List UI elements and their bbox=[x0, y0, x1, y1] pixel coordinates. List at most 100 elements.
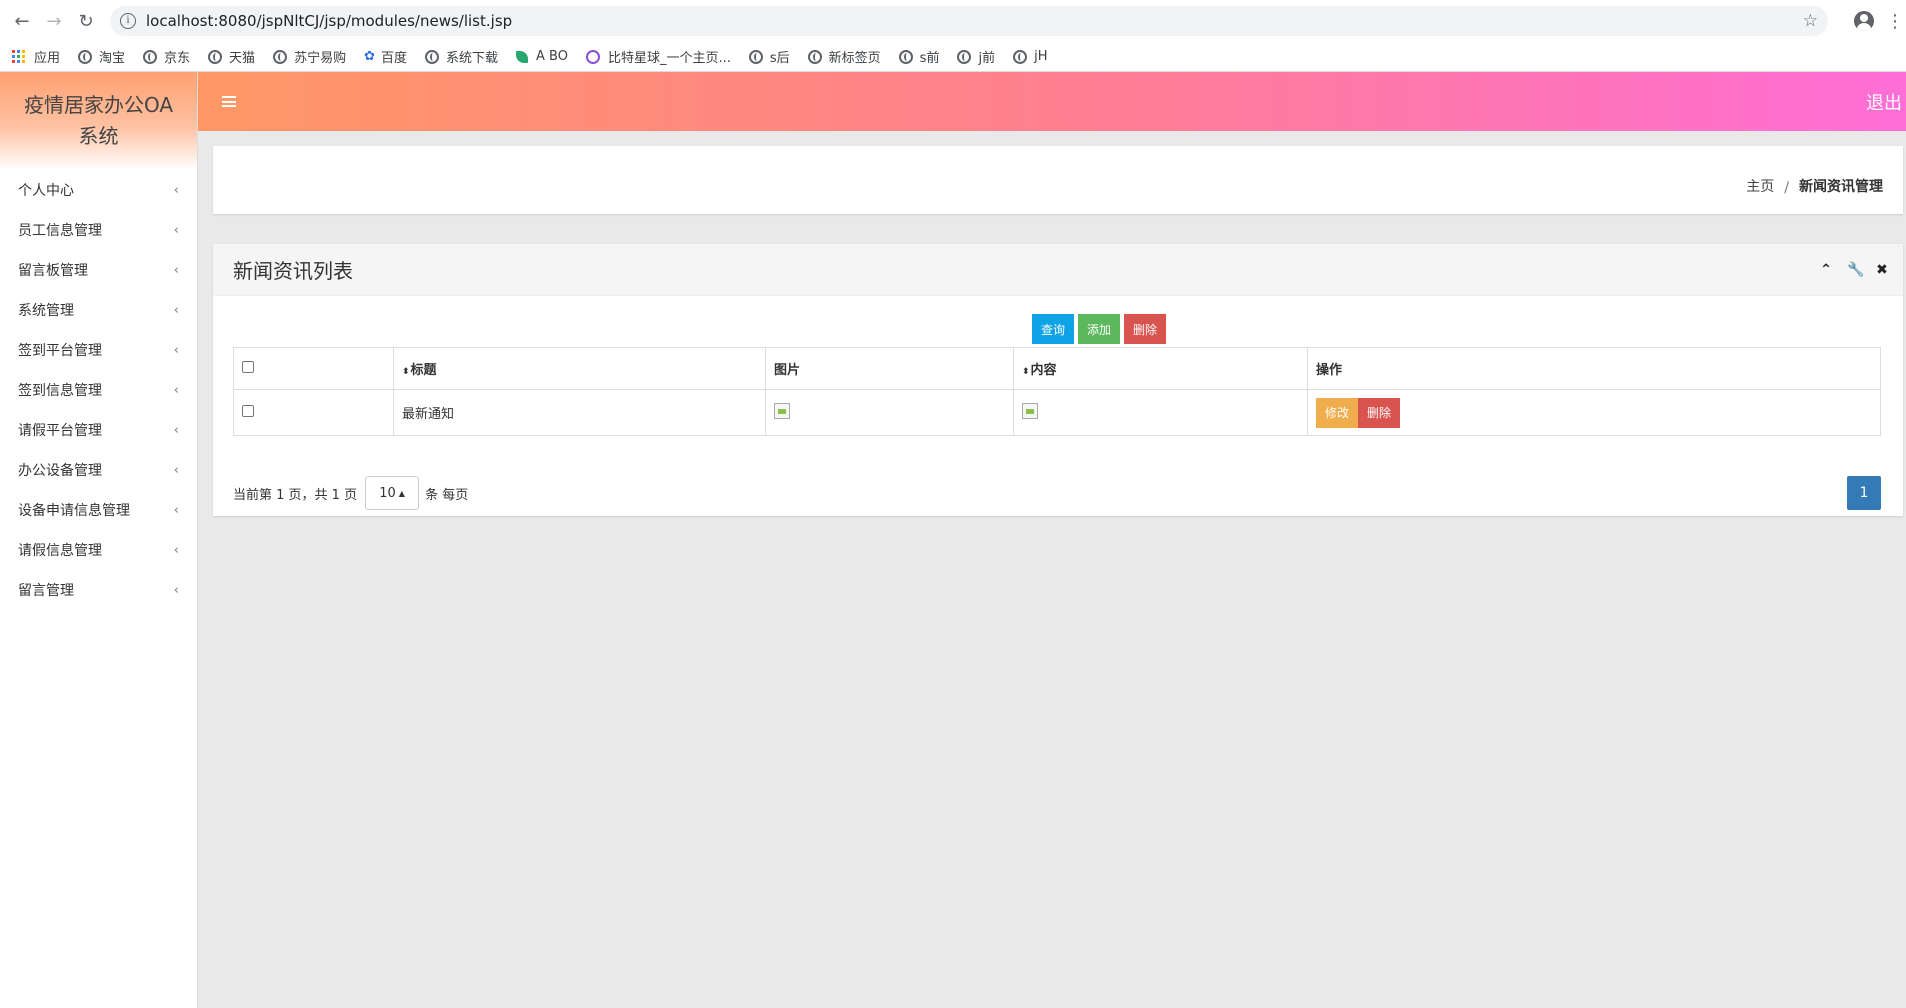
address-bar[interactable]: i localhost:8080/jspNltCJ/jsp/modules/ne… bbox=[110, 6, 1828, 36]
row-select-cell bbox=[233, 389, 394, 436]
sidebar-item-label: 签到平台管理 bbox=[18, 343, 102, 359]
sidebar-item-label: 设备申请信息管理 bbox=[18, 503, 130, 519]
bookmark-jh[interactable]: jH bbox=[1013, 49, 1047, 64]
sidebar-item-employee-info[interactable]: 员工信息管理 ‹ bbox=[0, 210, 197, 250]
bookmark-taobao[interactable]: 淘宝 bbox=[78, 47, 125, 66]
globe-icon bbox=[957, 49, 972, 64]
column-header-title[interactable]: ⬍标题 bbox=[393, 347, 766, 390]
sidebar-item-label: 签到信息管理 bbox=[18, 383, 102, 399]
sidebar-item-personal-center[interactable]: 个人中心 ‹ bbox=[0, 170, 197, 210]
forward-icon[interactable]: → bbox=[42, 9, 66, 33]
collapse-icon[interactable]: ⌃ bbox=[1819, 262, 1833, 278]
add-button[interactable]: 添加 bbox=[1077, 314, 1120, 344]
globe-icon bbox=[748, 49, 763, 64]
news-table: ⬍标题 图片 ⬍内容 操作 最新通知 修改 删除 bbox=[233, 347, 1881, 436]
column-header-label: 标题 bbox=[410, 363, 437, 378]
chevron-left-icon: ‹ bbox=[173, 382, 179, 398]
sidebar-item-checkin-info[interactable]: 签到信息管理 ‹ bbox=[0, 370, 197, 410]
sort-icon: ⬍ bbox=[402, 367, 410, 377]
breadcrumb-separator: / bbox=[1784, 180, 1789, 196]
apps-grid-icon bbox=[12, 49, 26, 64]
panel-title: 新闻资讯列表 bbox=[233, 259, 353, 283]
bookmark-j-qian[interactable]: j前 bbox=[957, 47, 995, 66]
breadcrumb-home[interactable]: 主页 bbox=[1746, 176, 1774, 196]
app-shell: 疫情居家办公OA系统 个人中心 ‹ 员工信息管理 ‹ 留言板管理 ‹ 系统管理 ‹ 签到… bbox=[0, 72, 1906, 1008]
bookmarks-bar: 应用 淘宝 京东 天猫 苏宁易购 ✿ 百度 系统下载 A BO 比特星球_一个主页… bbox=[0, 42, 1906, 72]
bookmark-baidu[interactable]: ✿ 百度 bbox=[364, 47, 407, 66]
wrench-icon[interactable]: 🔧 bbox=[1847, 262, 1864, 278]
sidebar: 疫情居家办公OA系统 个人中心 ‹ 员工信息管理 ‹ 留言板管理 ‹ 系统管理 ‹ 签到… bbox=[0, 72, 198, 1008]
search-button[interactable]: 查询 bbox=[1031, 314, 1074, 344]
sidebar-item-leave-info[interactable]: 请假信息管理 ‹ bbox=[0, 530, 197, 570]
globe-icon bbox=[898, 49, 913, 64]
bookmark-label: 比特星球_一个主页... bbox=[607, 51, 731, 66]
bookmark-bit-planet[interactable]: 比特星球_一个主页... bbox=[585, 47, 731, 66]
bookmark-suning[interactable]: 苏宁易购 bbox=[273, 47, 346, 66]
chevron-left-icon: ‹ bbox=[173, 302, 179, 318]
reload-icon[interactable]: ↻ bbox=[74, 9, 98, 33]
bookmark-s-hou[interactable]: s后 bbox=[748, 47, 790, 66]
sidebar-item-leave-platform[interactable]: 请假平台管理 ‹ bbox=[0, 410, 197, 450]
chevron-left-icon: ‹ bbox=[173, 222, 179, 238]
bookmark-apps[interactable]: 应用 bbox=[12, 47, 60, 66]
bookmark-jd[interactable]: 京东 bbox=[143, 47, 190, 66]
bookmark-label: 应用 bbox=[34, 51, 61, 66]
column-header-actions: 操作 bbox=[1307, 347, 1881, 390]
leaf-icon bbox=[516, 50, 529, 63]
bookmark-abo[interactable]: A BO bbox=[516, 49, 568, 64]
bookmark-label: A BO bbox=[536, 49, 568, 64]
row-delete-button[interactable]: 删除 bbox=[1358, 397, 1401, 428]
edit-button[interactable]: 修改 bbox=[1316, 397, 1359, 428]
sidebar-item-label: 个人中心 bbox=[18, 183, 74, 199]
breadcrumb-current: 新闻资讯管理 bbox=[1799, 179, 1883, 195]
pagination-info: 当前第 1 页，共 1 页 10 ▲ 条 每页 bbox=[233, 476, 468, 510]
column-header-content[interactable]: ⬍内容 bbox=[1013, 347, 1308, 390]
row-image-cell bbox=[765, 389, 1014, 436]
logout-button[interactable]: 退出 bbox=[1866, 89, 1906, 115]
sidebar-item-label: 留言管理 bbox=[18, 583, 74, 599]
sidebar-item-system[interactable]: 系统管理 ‹ bbox=[0, 290, 197, 330]
sidebar-item-message-board[interactable]: 留言板管理 ‹ bbox=[0, 250, 197, 290]
top-header: 退出 bbox=[198, 72, 1906, 131]
sidebar-item-office-equipment[interactable]: 办公设备管理 ‹ bbox=[0, 450, 197, 490]
table-row: 最新通知 修改 删除 bbox=[233, 389, 1881, 436]
close-icon[interactable]: ✖ bbox=[1875, 262, 1889, 278]
chevron-left-icon: ‹ bbox=[173, 422, 179, 438]
browser-menu-icon[interactable]: ⋮ bbox=[1886, 11, 1904, 32]
bookmark-star-icon[interactable]: ☆ bbox=[1803, 11, 1818, 31]
sidebar-item-messages[interactable]: 留言管理 ‹ bbox=[0, 570, 197, 610]
bookmark-tmall[interactable]: 天猫 bbox=[208, 47, 255, 66]
menu-toggle-icon[interactable] bbox=[222, 96, 236, 107]
back-icon[interactable]: ← bbox=[10, 9, 34, 33]
pagination: 当前第 1 页，共 1 页 10 ▲ 条 每页 1 bbox=[233, 476, 1881, 510]
bookmark-label: 百度 bbox=[380, 51, 407, 66]
select-all-checkbox[interactable] bbox=[242, 360, 254, 373]
site-info-icon[interactable]: i bbox=[120, 13, 136, 29]
broken-image-icon bbox=[1022, 402, 1038, 419]
bookmark-label: 新标签页 bbox=[828, 51, 881, 66]
profile-icon[interactable] bbox=[1854, 11, 1874, 31]
table-header-row: ⬍标题 图片 ⬍内容 操作 bbox=[233, 347, 1881, 390]
sidebar-item-label: 请假平台管理 bbox=[18, 423, 102, 439]
page-number-button[interactable]: 1 bbox=[1847, 476, 1881, 510]
bookmark-label: 天猫 bbox=[229, 51, 256, 66]
row-checkbox[interactable] bbox=[242, 404, 254, 417]
per-page-label: 条 每页 bbox=[425, 487, 469, 503]
page-size-select[interactable]: 10 ▲ bbox=[365, 476, 420, 510]
sidebar-item-equipment-requests[interactable]: 设备申请信息管理 ‹ bbox=[0, 490, 197, 530]
sidebar-item-label: 请假信息管理 bbox=[18, 543, 102, 559]
bookmark-new-tab[interactable]: 新标签页 bbox=[807, 47, 881, 66]
row-actions-cell: 修改 删除 bbox=[1307, 389, 1881, 436]
bookmark-s-qian[interactable]: s前 bbox=[898, 47, 939, 66]
chevron-left-icon: ‹ bbox=[173, 342, 179, 358]
select-all-cell bbox=[233, 347, 394, 390]
bulk-delete-button[interactable]: 删除 bbox=[1124, 314, 1167, 344]
bookmark-system-download[interactable]: 系统下载 bbox=[425, 47, 498, 66]
sidebar-item-checkin-platform[interactable]: 签到平台管理 ‹ bbox=[0, 330, 197, 370]
sort-icon: ⬍ bbox=[1022, 367, 1030, 377]
bookmark-label: jH bbox=[1034, 49, 1048, 64]
chevron-left-icon: ‹ bbox=[173, 502, 179, 518]
globe-icon bbox=[78, 49, 93, 64]
url-text[interactable]: localhost:8080/jspNltCJ/jsp/modules/news… bbox=[146, 12, 1795, 30]
bookmark-label: 京东 bbox=[164, 51, 191, 66]
